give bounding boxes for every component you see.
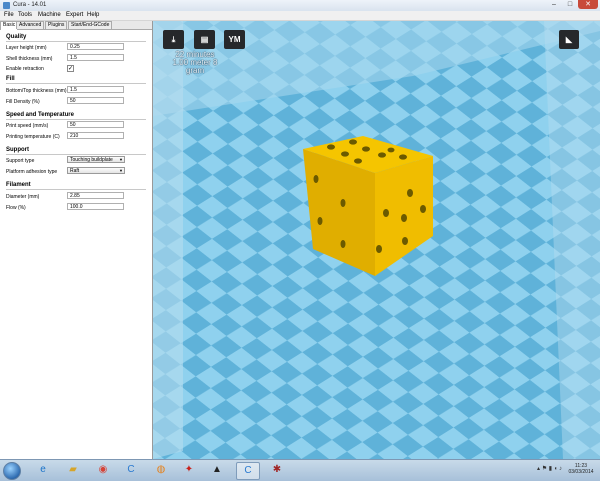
support-type-value: Touching buildplate bbox=[70, 157, 113, 163]
section-quality-title: Quality bbox=[6, 34, 27, 40]
platform-adhesion-value: Raft bbox=[70, 168, 80, 174]
view-mode-button[interactable]: ◣ bbox=[559, 30, 579, 49]
bottom-top-thickness-input[interactable]: 1.5 bbox=[67, 86, 124, 93]
menu-tools[interactable]: Tools bbox=[18, 12, 32, 18]
3d-viewport[interactable]: ⤓ ▤ YM 22 minutes 1.00 meter 8 gram ◣ bbox=[153, 21, 600, 459]
divider bbox=[6, 154, 146, 155]
platform-adhesion-select[interactable]: Raft ▼ bbox=[67, 167, 125, 174]
spider-icon[interactable]: ✱ bbox=[266, 462, 288, 478]
flow-input[interactable]: 100.0 bbox=[67, 203, 124, 210]
build-plate-scene bbox=[153, 21, 600, 459]
load-model-button[interactable]: ⤓ bbox=[163, 30, 184, 49]
retraction-checkbox[interactable]: ✓ bbox=[67, 65, 74, 72]
save-icon: ▤ bbox=[200, 35, 209, 44]
chevron-down-icon: ▼ bbox=[119, 168, 123, 173]
section-filament-title: Filament bbox=[6, 182, 31, 188]
maximize-button[interactable]: □ bbox=[562, 0, 578, 9]
clock-date: 03/03/2014 bbox=[568, 469, 594, 475]
taskbar: e ▰ ◉ C ◍ ✦ ▲ C ✱ ▴ ⚑ ▮ ◖ ♪ 11:23 03/03/… bbox=[0, 459, 600, 481]
save-toolpath-button[interactable]: ▤ bbox=[194, 30, 215, 49]
shell-thickness-input[interactable]: 1.5 bbox=[67, 54, 124, 61]
chrome-icon[interactable]: ◉ bbox=[92, 462, 114, 478]
diameter-input[interactable]: 2.85 bbox=[67, 192, 124, 199]
menu-machine[interactable]: Machine bbox=[38, 12, 61, 18]
cura-icon[interactable]: C bbox=[120, 462, 142, 478]
firefox-icon[interactable]: ◍ bbox=[150, 462, 172, 478]
retraction-label: Enable retraction bbox=[6, 66, 44, 72]
shell-thickness-label: Shell thickness (mm) bbox=[6, 56, 53, 62]
view-mode-icon: ◣ bbox=[565, 35, 573, 44]
start-button[interactable] bbox=[3, 462, 21, 480]
print-material: 1.00 meter 8 gram bbox=[172, 58, 218, 75]
section-fill-title: Fill bbox=[6, 76, 15, 82]
system-tray[interactable]: ▴ ⚑ ▮ ◖ ♪ bbox=[537, 465, 562, 472]
fill-density-label: Fill Density (%) bbox=[6, 99, 40, 105]
print-temperature-input[interactable]: 210 bbox=[67, 132, 124, 139]
tab-plugins[interactable]: Plugins bbox=[45, 21, 68, 29]
ym-button[interactable]: YM bbox=[224, 30, 245, 49]
fill-density-input[interactable]: 50 bbox=[67, 97, 124, 104]
divider bbox=[6, 189, 146, 190]
left-wall bbox=[153, 21, 183, 459]
settings-tabs: Basic Advanced Plugins Start/End-GCode bbox=[0, 21, 152, 30]
cura-app-icon bbox=[3, 2, 10, 9]
ie-icon[interactable]: e bbox=[32, 462, 54, 478]
settings-panel: Basic Advanced Plugins Start/End-GCode Q… bbox=[0, 21, 153, 459]
acrobat-icon[interactable]: ✦ bbox=[178, 462, 200, 478]
support-type-select[interactable]: Touching buildplate ▼ bbox=[67, 156, 125, 163]
section-speed-title: Speed and Temperature bbox=[6, 112, 74, 118]
flow-label: Flow (%) bbox=[6, 205, 26, 211]
inkscape-icon[interactable]: ▲ bbox=[206, 462, 228, 478]
section-support-title: Support bbox=[6, 147, 29, 153]
folder-icon[interactable]: ▰ bbox=[62, 462, 84, 478]
divider bbox=[6, 119, 146, 120]
print-speed-label: Print speed (mm/s) bbox=[6, 123, 49, 129]
menu-bar: File Tools Machine Expert Help bbox=[0, 11, 600, 21]
chevron-down-icon: ▼ bbox=[119, 157, 123, 162]
cura-active-icon[interactable]: C bbox=[236, 462, 260, 480]
bottom-top-thickness-label: Bottom/Top thickness (mm) bbox=[6, 88, 67, 94]
divider bbox=[6, 83, 146, 84]
minimize-button[interactable]: – bbox=[546, 0, 562, 9]
tab-advanced[interactable]: Advanced bbox=[16, 21, 45, 29]
layer-height-input[interactable]: 0.25 bbox=[67, 43, 124, 50]
print-speed-input[interactable]: 50 bbox=[67, 121, 124, 128]
diameter-label: Diameter (mm) bbox=[6, 194, 40, 200]
support-type-label: Support type bbox=[6, 158, 35, 164]
menu-expert[interactable]: Expert bbox=[66, 12, 83, 18]
menu-help[interactable]: Help bbox=[87, 12, 99, 18]
close-button[interactable]: ✕ bbox=[578, 0, 598, 9]
print-estimate: 22 minutes 1.00 meter 8 gram bbox=[166, 51, 224, 75]
divider bbox=[6, 41, 146, 42]
window-title: Cura - 14.01 bbox=[13, 2, 47, 8]
layer-height-label: Layer height (mm) bbox=[6, 45, 47, 51]
load-icon: ⤓ bbox=[171, 35, 176, 44]
clock[interactable]: 11:23 03/03/2014 bbox=[566, 463, 596, 475]
platform-adhesion-label: Platform adhesion type bbox=[6, 169, 58, 175]
print-temperature-label: Printing temperature (C) bbox=[6, 134, 60, 140]
tab-start-end-gcode[interactable]: Start/End-GCode bbox=[68, 21, 113, 29]
menu-file[interactable]: File bbox=[4, 12, 14, 18]
